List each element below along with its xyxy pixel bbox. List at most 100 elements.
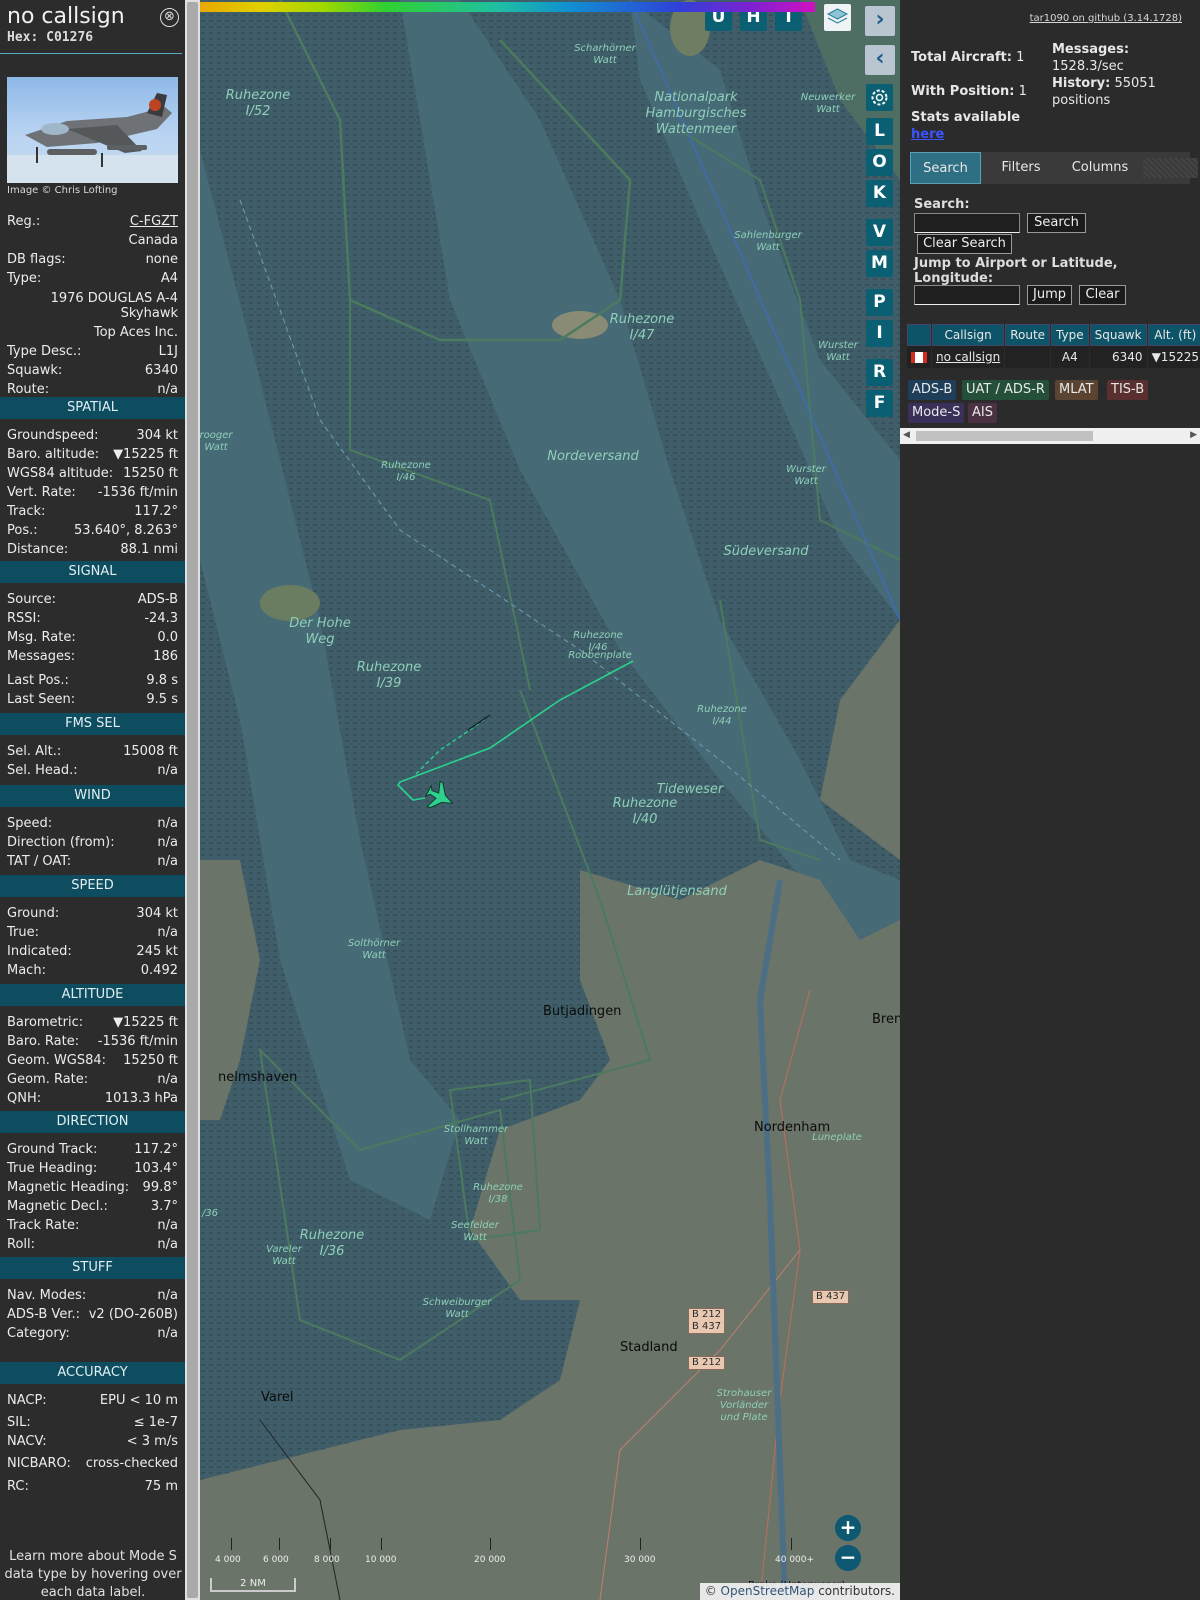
zoom-in-button[interactable]: + [835, 1515, 861, 1541]
toggle-labels-button[interactable]: L [866, 118, 893, 145]
row-value: n/a [157, 1288, 178, 1303]
toggle-extended-labels-button[interactable]: O [866, 149, 893, 176]
callsign-link[interactable]: no callsign [936, 350, 1000, 364]
toggle-vessels-button[interactable]: V [866, 219, 893, 246]
search-input[interactable] [914, 213, 1020, 233]
next-aircraft-button[interactable]: › [865, 6, 895, 36]
scrollbar-thumb[interactable] [916, 431, 1093, 441]
row-value: 103.4° [134, 1161, 178, 1176]
tab-filters[interactable]: Filters [985, 152, 1057, 184]
info-row-accuracy: NACP: EPU < 10 m [7, 1391, 178, 1410]
info-header: no callsign Hex: C01276 [0, 0, 182, 54]
toggle-persistence-button[interactable]: P [866, 289, 893, 316]
info-row-altitude: Geom. Rate: n/a [7, 1070, 178, 1089]
table-row[interactable]: no callsign A4 6340 ▼15225 [907, 346, 1200, 368]
row-key: Speed: [7, 816, 53, 831]
info-row-altitude: Geom. WGS84: 15250 ft [7, 1051, 178, 1070]
toggle-multiselect-button[interactable]: M [866, 250, 893, 277]
scroll-left-icon[interactable]: ◀ [903, 430, 910, 440]
row-callsign[interactable]: no callsign [932, 346, 1005, 368]
row-value: ≤ 1e-7 [133, 1415, 178, 1430]
info-row-spatial: Groundspeed: 304 kt [7, 426, 178, 445]
map-label: Scharhörner Watt [574, 43, 636, 66]
map-label: Nationalpark Hamburgisches Wattenmeer [645, 90, 747, 137]
col-route[interactable]: Route [1005, 324, 1051, 346]
info-row-direction: Ground Track: 117.2° [7, 1140, 178, 1159]
jump-input[interactable] [914, 285, 1020, 305]
aircraft-info-panel: no callsign Hex: C01276 ⊗ Image © Chris … [0, 0, 185, 1600]
info-row-type: Type: A4 [7, 269, 178, 288]
info-row-accuracy: RC: 75 m [7, 1477, 178, 1496]
tab-search[interactable]: Search [910, 152, 981, 184]
row-altitude: ▼15225 [1147, 346, 1200, 368]
registration-link[interactable]: C-FGZT [130, 212, 178, 231]
info-panel-scrollbar[interactable] [185, 0, 200, 1600]
toggle-info-button[interactable]: I [866, 320, 893, 347]
search-button[interactable]: Search [1027, 213, 1086, 233]
toggle-kiosk-button[interactable]: K [866, 180, 893, 207]
toggle-rangerings-button[interactable]: R [866, 359, 893, 386]
settings-gear-icon[interactable] [866, 84, 893, 111]
scale-bar: 2 NM [210, 1578, 296, 1592]
history-stat: History: 55051 positions [1052, 75, 1192, 109]
col-flag[interactable] [907, 324, 931, 346]
toggle-fullscreen-button[interactable]: F [866, 390, 893, 417]
row-value: A4 [160, 271, 178, 286]
map-label: Stollhammer Watt [443, 1124, 509, 1147]
openstreetmap-link[interactable]: OpenStreetMap [721, 1584, 815, 1598]
source-badge[interactable]: ADS-B [908, 380, 957, 400]
map-label: Strohauser Vorländer und Plate [716, 1388, 772, 1423]
prev-aircraft-button[interactable]: ‹ [865, 45, 895, 75]
scrollbar-thumb[interactable] [187, 2, 198, 1598]
map-label: Sahlenburger Watt [734, 230, 802, 253]
color-bar-tick [381, 1538, 382, 1550]
scroll-right-icon[interactable]: ▶ [1190, 430, 1197, 440]
source-badge[interactable]: MLAT [1055, 380, 1098, 400]
col-type[interactable]: Type [1051, 324, 1089, 346]
row-value: 6340 [144, 363, 178, 378]
map-label: Ruhezone I/46 [381, 460, 431, 483]
source-badge[interactable]: UAT / ADS-R [962, 380, 1049, 400]
aircraft-photo[interactable] [7, 77, 178, 183]
layers-icon[interactable] [824, 4, 851, 31]
info-row-accuracy: NICBARO: cross-checked [7, 1454, 178, 1473]
map-view[interactable]: Ruhezone I/52 Scharhörner Watt Nationalpar… [200, 0, 900, 1600]
clear-search-button[interactable]: Clear Search [917, 234, 1012, 254]
map-label: Ruhezone I/39 [356, 660, 422, 691]
row-key: True: [7, 925, 39, 940]
map-label: Neuwerker Watt [800, 92, 856, 115]
row-value: v2 (DO-260B) [88, 1307, 178, 1322]
row-key: Sel. Head.: [7, 763, 78, 778]
row-value: 117.2° [134, 1142, 178, 1157]
clear-button[interactable]: Clear [1079, 285, 1126, 305]
jump-button[interactable]: Jump [1027, 285, 1072, 305]
info-row-wind: Direction (from): n/a [7, 833, 178, 852]
github-link[interactable]: tar1090 on github (3.14.1728) [1030, 13, 1182, 24]
col-callsign[interactable]: Callsign [932, 324, 1005, 346]
row-key: WGS84 altitude: [7, 466, 114, 481]
stat-label: Messages: [1052, 42, 1130, 57]
source-badge[interactable]: TIS-B [1107, 380, 1149, 400]
stats-here-link[interactable]: here [911, 127, 944, 142]
info-row-fms: Sel. Alt.: 15008 ft [7, 742, 178, 761]
attribution-suffix: contributors. [814, 1584, 895, 1598]
row-route [1005, 346, 1051, 368]
stat-value: 1 [1018, 84, 1027, 99]
map-label: Ruhezone I/36 [299, 1228, 365, 1259]
col-squawk[interactable]: Squawk [1089, 324, 1147, 346]
row-key: TAT / OAT: [7, 854, 72, 869]
source-badge[interactable]: AIS [968, 403, 997, 423]
table-header-row: Callsign Route Type Squawk Alt. (ft) S [907, 324, 1200, 346]
tab-columns[interactable]: Columns [1060, 152, 1140, 184]
close-icon[interactable]: ⊗ [160, 8, 179, 27]
info-row-spatial: Track: 117.2° [7, 502, 178, 521]
row-key: Last Seen: [7, 692, 76, 707]
col-altitude[interactable]: Alt. (ft) [1147, 324, 1200, 346]
row-value: n/a [157, 1237, 178, 1252]
map-label: Bren [872, 1012, 900, 1027]
zoom-out-button[interactable]: − [835, 1545, 861, 1571]
table-horizontal-scrollbar[interactable]: ◀ ▶ [900, 428, 1200, 444]
source-badge[interactable]: Mode-S [908, 403, 965, 423]
row-value: n/a [157, 763, 178, 778]
row-key: Track Rate: [7, 1218, 80, 1233]
